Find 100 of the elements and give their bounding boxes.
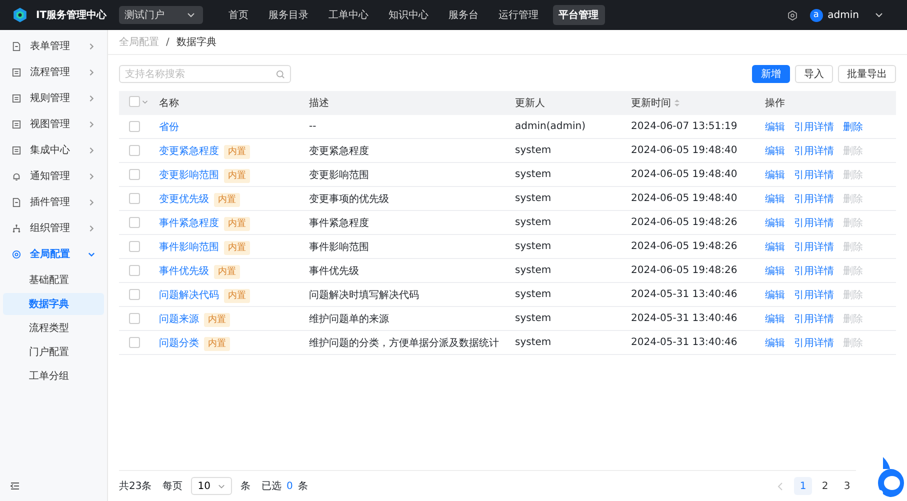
row-checkbox[interactable] — [129, 264, 140, 276]
user-avatar[interactable]: a — [810, 8, 823, 22]
action-link[interactable]: 编辑 — [765, 290, 785, 300]
action-link[interactable]: 引用详情 — [794, 218, 834, 228]
table-cell: 2024-06-05 19:48:26 — [631, 217, 738, 228]
table-cell: system — [515, 289, 552, 300]
chevron-icon — [88, 172, 95, 180]
sidebar-subitem[interactable]: 门户配置 — [3, 341, 104, 363]
name-link[interactable]: 事件优先级 — [159, 266, 209, 276]
row-checkbox[interactable] — [129, 144, 140, 156]
chevron-icon — [88, 198, 95, 206]
select-all-checkbox[interactable] — [129, 96, 140, 107]
action-link[interactable]: 引用详情 — [794, 170, 834, 180]
action-link[interactable]: 引用详情 — [794, 242, 834, 252]
name-link[interactable]: 变更优先级 — [159, 194, 209, 204]
builtin-tag: 内置 — [224, 216, 250, 230]
selected-count: 0 — [286, 480, 293, 492]
action-link[interactable]: 编辑 — [765, 266, 785, 276]
table-cell: 维护问题单的来源 — [309, 314, 389, 324]
name-link[interactable]: 事件紧急程度 — [159, 218, 219, 228]
name-link[interactable]: 问题来源 — [159, 314, 199, 324]
user-name[interactable]: admin — [828, 10, 859, 20]
sidebar-item[interactable]: 全局配置 — [3, 241, 104, 267]
page-button[interactable]: 3 — [838, 477, 856, 495]
table-cell: system — [515, 145, 552, 156]
caret-icon[interactable] — [875, 11, 883, 19]
table-cell: 事件优先级 — [309, 266, 359, 276]
builtin-tag: 内置 — [204, 336, 230, 350]
action-button[interactable]: 批量导出 — [838, 65, 896, 83]
row-checkbox[interactable] — [129, 288, 140, 300]
action-link[interactable]: 引用详情 — [794, 194, 834, 204]
action-link[interactable]: 引用详情 — [794, 146, 834, 156]
builtin-tag: 内置 — [224, 288, 250, 302]
action-link[interactable]: 编辑 — [765, 218, 785, 228]
sidebar-item[interactable]: 视图管理 — [3, 111, 104, 137]
action-link[interactable]: 删除 — [843, 122, 863, 132]
page-button[interactable]: 1 — [794, 477, 812, 495]
action-link[interactable]: 编辑 — [765, 170, 785, 180]
action-link[interactable]: 编辑 — [765, 146, 785, 156]
row-checkbox[interactable] — [129, 120, 140, 132]
page-size-select[interactable]: 10 — [190, 477, 232, 495]
portal-select[interactable]: 测试门户 — [118, 6, 203, 24]
nav-tab[interactable]: 首页 — [222, 5, 255, 25]
sidebar-subitem[interactable]: 数据字典 — [3, 293, 104, 315]
table-cell: 变更紧急程度 — [309, 146, 369, 156]
caret-icon — [218, 482, 226, 490]
sidebar-item[interactable]: 插件管理 — [3, 189, 104, 215]
sidebar-subitem[interactable]: 工单分组 — [3, 365, 104, 387]
action-link[interactable]: 编辑 — [765, 194, 785, 204]
sidebar-item[interactable]: 集成中心 — [3, 137, 104, 163]
sort-icon[interactable] — [674, 99, 680, 107]
nav-tab[interactable]: 服务台 — [442, 5, 485, 25]
page-button[interactable]: 2 — [816, 477, 834, 495]
chevron-icon — [88, 146, 95, 154]
sidebar-item[interactable]: 流程管理 — [3, 59, 104, 85]
table-cell: 变更影响范围 — [309, 170, 369, 180]
row-checkbox[interactable] — [129, 312, 140, 324]
action-link[interactable]: 引用详情 — [794, 290, 834, 300]
sidebar-item[interactable]: 规则管理 — [3, 85, 104, 111]
name-link[interactable]: 问题解决代码 — [159, 290, 219, 300]
action-link[interactable]: 编辑 — [765, 314, 785, 324]
sidebar-item[interactable]: 组织管理 — [3, 215, 104, 241]
chevron-icon — [88, 94, 95, 102]
action-link[interactable]: 引用详情 — [794, 266, 834, 276]
sidebar-subitem[interactable]: 流程类型 — [3, 317, 104, 339]
nav-tab[interactable]: 平台管理 — [552, 5, 605, 25]
sidebar-item[interactable]: 表单管理 — [3, 33, 104, 59]
action-link[interactable]: 引用详情 — [794, 122, 834, 132]
action-link[interactable]: 引用详情 — [794, 338, 834, 348]
action-link[interactable]: 编辑 — [765, 338, 785, 348]
action-button[interactable]: 导入 — [795, 65, 833, 83]
nav-tab[interactable]: 服务目录 — [262, 5, 315, 25]
row-checkbox[interactable] — [129, 216, 140, 228]
nav-tab[interactable]: 知识中心 — [382, 5, 435, 25]
name-link[interactable]: 事件影响范围 — [159, 242, 219, 252]
search-field[interactable]: 支持名称搜索 — [119, 65, 291, 83]
name-link[interactable]: 省份 — [159, 122, 179, 132]
name-link[interactable]: 变更影响范围 — [159, 170, 219, 180]
name-link[interactable]: 变更紧急程度 — [159, 146, 219, 156]
row-checkbox[interactable] — [129, 192, 140, 204]
breadcrumb-item[interactable]: 全局配置 — [119, 35, 159, 49]
collapse-icon[interactable] — [10, 481, 20, 491]
sidebar-subitem[interactable]: 基础配置 — [3, 269, 104, 291]
row-checkbox[interactable] — [129, 336, 140, 348]
row-checkbox[interactable] — [129, 168, 140, 180]
action-link[interactable]: 编辑 — [765, 242, 785, 252]
settings-icon[interactable] — [786, 10, 798, 20]
row-checkbox[interactable] — [129, 240, 140, 252]
action-link[interactable]: 引用详情 — [794, 314, 834, 324]
nav-tab[interactable]: 工单中心 — [322, 5, 375, 25]
add-button[interactable]: 新增 — [752, 65, 790, 83]
name-link[interactable]: 问题分类 — [159, 338, 199, 348]
column-header: 操作 — [765, 97, 785, 110]
table-cell: 问题解决时填写解决代码 — [309, 290, 419, 300]
sidebar-item[interactable]: 通知管理 — [3, 163, 104, 189]
builtin-tag: 内置 — [224, 240, 250, 254]
mascot-drawing[interactable] — [875, 455, 905, 499]
nav-tab[interactable]: 运行管理 — [492, 5, 545, 25]
action-link[interactable]: 编辑 — [765, 122, 785, 132]
table-cell: system — [515, 241, 552, 252]
